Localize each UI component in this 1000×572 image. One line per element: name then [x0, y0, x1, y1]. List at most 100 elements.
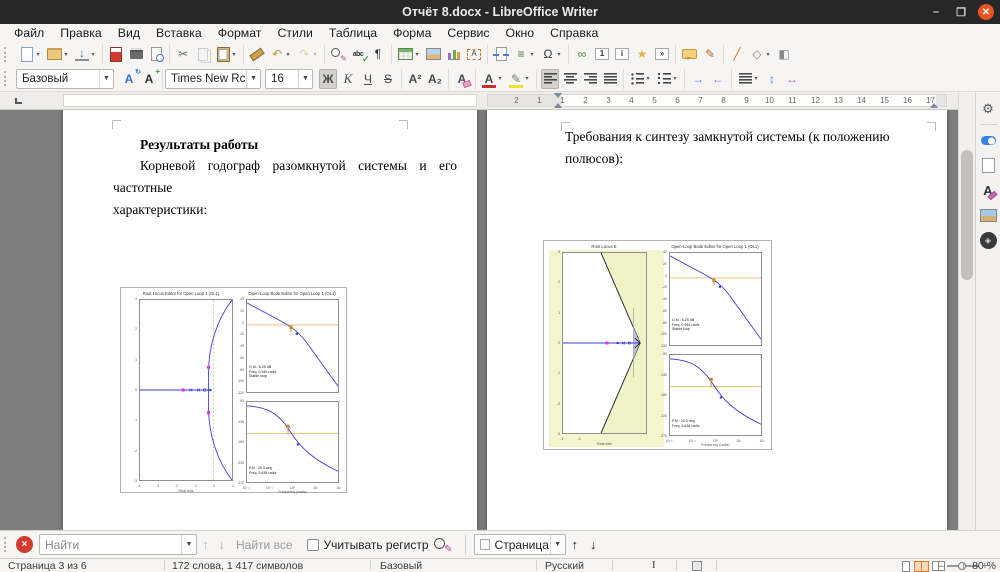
sidebar-navigator-button[interactable]: ◈ — [977, 228, 1000, 253]
special-character-button[interactable]: Ω▾ — [539, 44, 564, 64]
maximize-button[interactable]: ❐ — [953, 4, 969, 20]
font-size-combobox[interactable]: 16 ▼ — [265, 69, 313, 89]
chevron-down-icon[interactable]: ▼ — [550, 535, 565, 554]
font-color-button[interactable]: A▾ — [480, 69, 505, 89]
page-style-status[interactable]: Базовый — [380, 560, 422, 572]
menu-item[interactable]: Таблица — [321, 24, 385, 42]
basic-shapes-button[interactable]: ◇▾ — [748, 44, 773, 64]
find-previous-button[interactable]: ↑ — [197, 537, 214, 552]
close-button[interactable]: ✕ — [978, 4, 994, 20]
print-preview-button[interactable] — [147, 44, 165, 64]
sidebar-styles-button[interactable]: A — [977, 178, 1000, 203]
document-page-3[interactable]: Результаты работы Корневой годограф разо… — [63, 110, 477, 530]
formatting-marks-button[interactable]: ¶ — [369, 44, 387, 64]
more-shapes-button[interactable]: ◧ — [775, 44, 793, 64]
insert-cross-reference-button[interactable]: » — [653, 44, 671, 64]
navigate-by-combobox[interactable]: Страница ▼ — [474, 534, 566, 555]
toolbar-grip[interactable] — [4, 537, 9, 552]
sidebar-settings-button[interactable]: ⚙ — [977, 96, 1000, 121]
left-indent-marker[interactable] — [554, 103, 562, 108]
menu-item[interactable]: Вид — [110, 24, 148, 42]
copy-button[interactable] — [194, 44, 212, 64]
insert-footnote-button[interactable]: 1 — [593, 44, 611, 64]
chevron-down-icon[interactable]: ▼ — [181, 535, 196, 554]
font-name-combobox[interactable]: Times New Rc ▼ — [165, 69, 261, 89]
character-spacing-button[interactable]: ↔ — [783, 69, 801, 89]
multi-page-view-icon[interactable] — [914, 561, 929, 572]
right-indent-marker[interactable] — [930, 103, 938, 108]
open-file-button[interactable]: ▾ — [45, 44, 71, 64]
align-justify-button[interactable] — [601, 69, 619, 89]
increase-indent-button[interactable]: → — [689, 69, 707, 89]
chevron-down-icon[interactable]: ▼ — [99, 70, 113, 88]
export-pdf-button[interactable] — [107, 44, 125, 64]
menu-item[interactable]: Окно — [498, 24, 543, 42]
navigate-previous-button[interactable]: ↑ — [566, 537, 585, 552]
insert-hyperlink-button[interactable]: ∞ — [573, 44, 591, 64]
page3-paragraph[interactable]: Корневой годограф разомкнутой системы и … — [113, 155, 457, 221]
matlab-sisotool-figure[interactable]: Root Locus Editor for Open Loop 1 (OL1) … — [120, 287, 347, 493]
redo-button[interactable]: ↷▾ — [295, 44, 320, 64]
zoom-out-icon[interactable]: – — [938, 560, 944, 572]
find-and-replace-icon[interactable] — [433, 535, 453, 555]
minimize-button[interactable]: – — [928, 4, 944, 20]
new-style-button[interactable]: A — [140, 69, 158, 89]
zoom-level-status[interactable]: 80 % — [972, 560, 996, 572]
paste-button[interactable]: ▾ — [214, 44, 239, 64]
menu-item[interactable]: Файл — [6, 24, 52, 42]
insert-line-button[interactable]: ╱ — [728, 44, 746, 64]
vertical-scrollbar[interactable] — [958, 92, 975, 530]
find-replace-button[interactable] — [329, 44, 347, 64]
insert-table-button[interactable]: ▾ — [396, 44, 422, 64]
menu-item[interactable]: Формат — [210, 24, 270, 42]
menu-item[interactable]: Сервис — [439, 24, 497, 42]
align-center-button[interactable] — [561, 69, 579, 89]
paragraph-style-combobox[interactable]: Базовый ▼ — [16, 69, 114, 89]
sidebar-gallery-button[interactable] — [977, 203, 1000, 228]
new-document-button[interactable]: ▾ — [18, 44, 43, 64]
single-page-view-icon[interactable] — [902, 561, 910, 572]
sidebar-properties-button[interactable] — [977, 128, 1000, 153]
document-canvas[interactable]: Результаты работы Корневой годограф разо… — [0, 110, 958, 530]
zoom-slider-knob[interactable] — [958, 562, 966, 570]
sidebar-page-button[interactable] — [977, 153, 1000, 178]
insert-field-button[interactable]: ≡▾ — [512, 44, 537, 64]
paragraph-spacing-button[interactable]: ↕ — [763, 69, 781, 89]
insert-bookmark-button[interactable]: ★ — [633, 44, 651, 64]
decrease-indent-button[interactable]: ← — [709, 69, 727, 89]
tab-stop-type-icon[interactable] — [15, 98, 22, 104]
menu-item[interactable]: Правка — [52, 24, 110, 42]
scrollbar-thumb[interactable] — [961, 150, 973, 280]
insert-endnote-button[interactable]: i — [613, 44, 631, 64]
italic-button[interactable]: K — [339, 69, 357, 89]
word-count-status[interactable]: 172 слова, 1 417 символов — [172, 560, 303, 572]
highlight-color-button[interactable]: ✎▾ — [507, 69, 532, 89]
bold-button[interactable]: Ж — [319, 69, 337, 89]
insert-chart-button[interactable] — [445, 44, 463, 64]
subscript-button[interactable]: A₂ — [426, 69, 444, 89]
undo-button[interactable]: ↶▾ — [268, 44, 293, 64]
clear-formatting-button[interactable]: A — [453, 69, 471, 89]
page-break-button[interactable] — [492, 44, 510, 64]
document-page-4[interactable]: Требования к синтезу замкнутой системы (… — [487, 110, 947, 530]
insert-mode-icon[interactable]: I — [652, 560, 656, 571]
menu-item[interactable]: Стили — [269, 24, 320, 42]
save-button[interactable]: ↓▾ — [73, 44, 98, 64]
numbered-list-button[interactable]: ▾ — [655, 69, 680, 89]
line-spacing-button[interactable]: ▾ — [736, 69, 761, 89]
track-changes-button[interactable]: ✎ — [701, 44, 719, 64]
toolbar-grip[interactable] — [4, 71, 9, 86]
toolbar-grip[interactable] — [4, 47, 9, 62]
chevron-down-icon[interactable]: ▼ — [246, 70, 260, 88]
find-next-button[interactable]: ↓ — [214, 537, 231, 552]
page-number-status[interactable]: Страница 3 из 6 — [8, 560, 87, 572]
insert-image-button[interactable] — [424, 44, 443, 64]
ruler-page1-zone[interactable] — [63, 94, 477, 107]
horizontal-ruler[interactable]: 21 1234567891011121314151617 — [0, 92, 958, 110]
underline-button[interactable]: Ч — [359, 69, 377, 89]
search-input[interactable] — [40, 538, 181, 552]
insert-textbox-button[interactable]: A — [465, 44, 483, 64]
superscript-button[interactable]: A² — [406, 69, 424, 89]
align-right-button[interactable] — [581, 69, 599, 89]
menu-item[interactable]: Форма — [385, 24, 439, 42]
